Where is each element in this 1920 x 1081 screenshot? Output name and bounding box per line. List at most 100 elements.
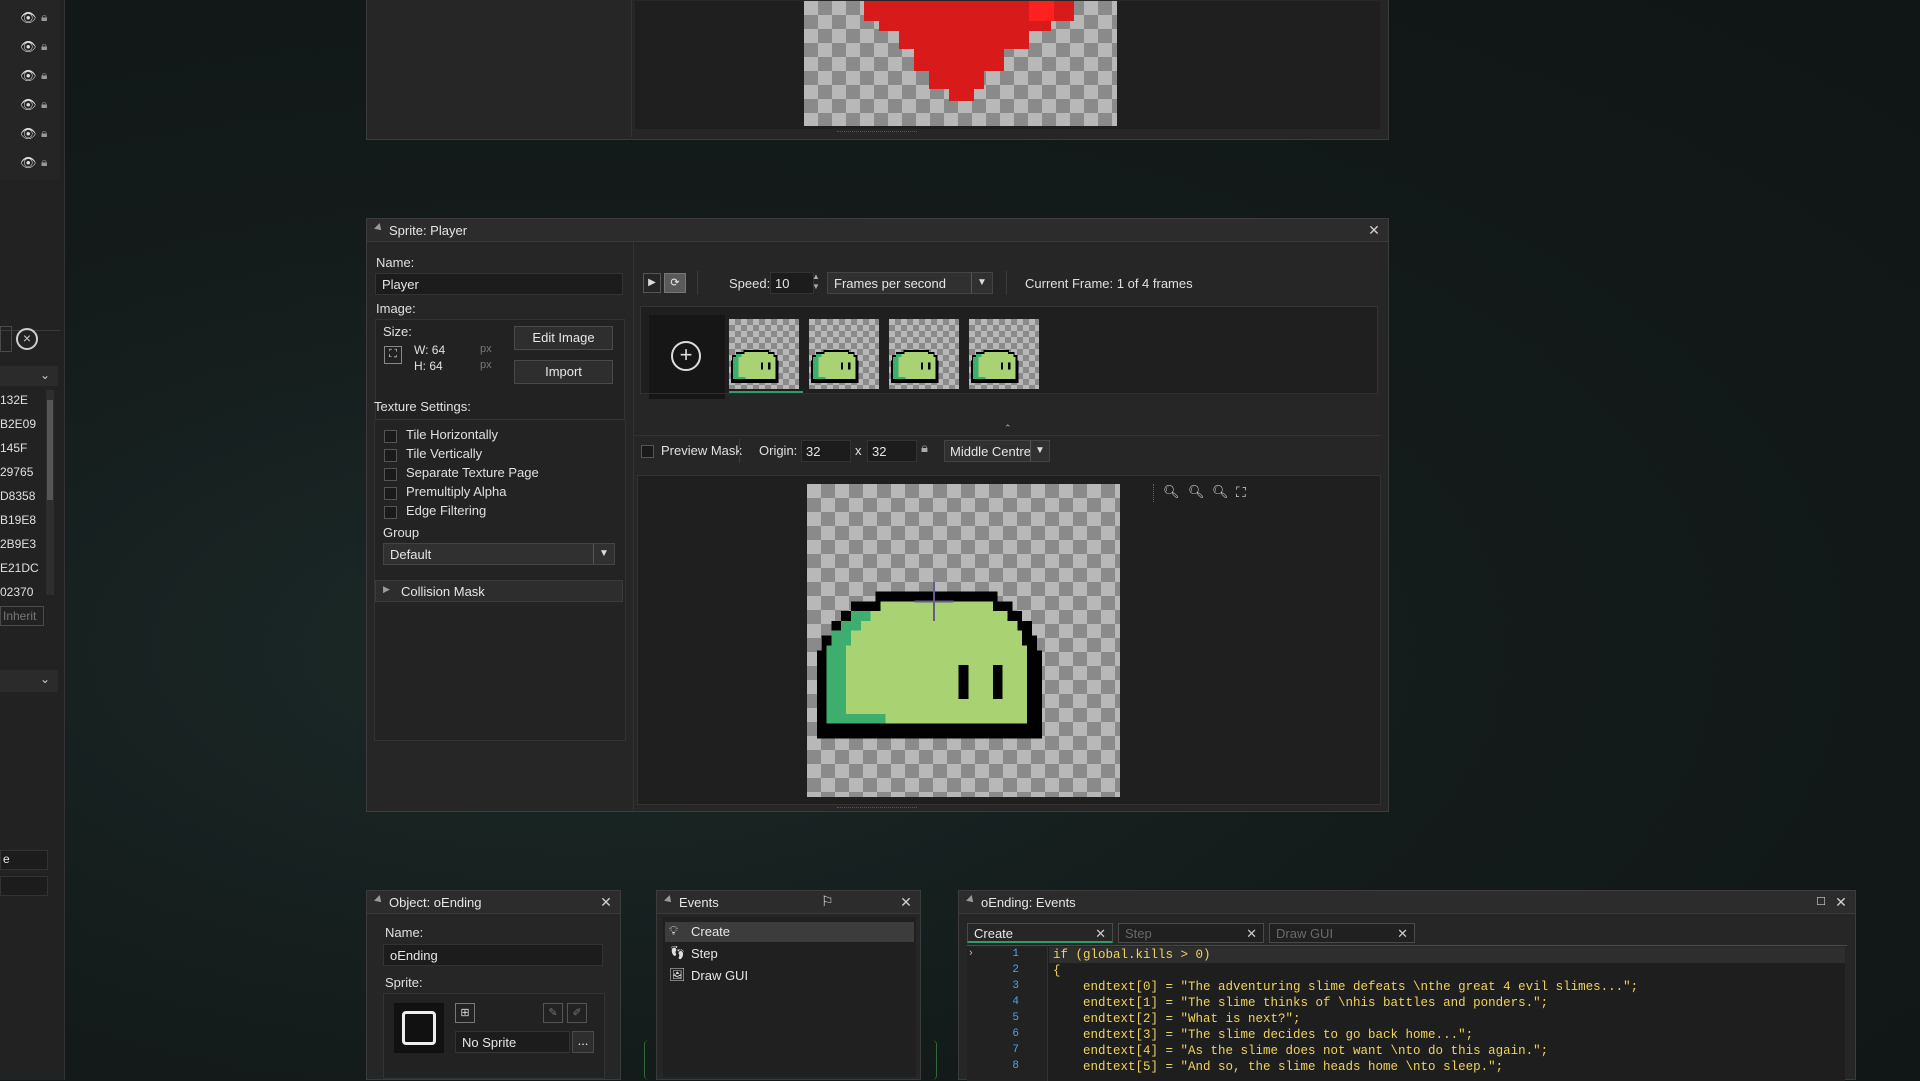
origin-preset-value: Middle Centre <box>950 444 1031 459</box>
sidebar-tool-button[interactable] <box>0 326 12 352</box>
resource-code-item[interactable]: 29765 <box>0 465 33 479</box>
frame-thumbnail[interactable] <box>729 319 799 389</box>
zoom-out-icon[interactable]: 🔍︎ <box>1163 484 1181 502</box>
sprite-select-field[interactable]: No Sprite <box>455 1031 570 1053</box>
resize-handle[interactable] <box>837 807 917 812</box>
inherit-button[interactable]: Inherit <box>0 606 44 626</box>
texture-option-checkbox[interactable] <box>384 468 397 481</box>
event-label: Create <box>691 924 731 939</box>
sidebar-input-1[interactable]: e <box>0 850 48 870</box>
event-item[interactable]: 👣︎ Step <box>665 944 914 964</box>
code-area[interactable]: › 1 if (global.kills > 0) 2 {3 endtext[0] =… <box>967 947 1845 1081</box>
play-icon[interactable]: ▶ <box>643 273 661 293</box>
collapse-up-icon[interactable]: ⌃ <box>1004 423 1014 433</box>
maximize-icon[interactable]: ☐ <box>1813 894 1829 910</box>
collapse-triangle-icon[interactable] <box>966 895 976 905</box>
close-icon[interactable]: ✕ <box>1833 894 1849 910</box>
lock-icon[interactable]: 🔒︎ <box>41 10 47 25</box>
lock-icon[interactable]: 🔒︎ <box>921 440 937 460</box>
eye-icon[interactable]: 👁︎ <box>20 68 37 84</box>
speed-input[interactable]: 10 <box>770 272 814 294</box>
scrollbar[interactable] <box>46 390 54 595</box>
toolbar-grip[interactable] <box>1153 484 1160 502</box>
close-circle-icon[interactable]: × <box>16 328 38 350</box>
events-titlebar[interactable]: Events ⚐ ✕ <box>657 891 920 914</box>
sprite-canvas[interactable]: 🔍︎ 🔍︎ 🔍︎ ⛶ <box>637 475 1381 805</box>
close-icon[interactable]: ✕ <box>1366 222 1382 238</box>
resize-handle[interactable] <box>837 131 917 136</box>
zoom-reset-icon[interactable]: 🔍︎ <box>1212 484 1230 502</box>
texture-option-checkbox[interactable] <box>384 430 397 443</box>
resource-code-item[interactable]: 2B9E3 <box>0 537 36 551</box>
speed-unit-dropdown[interactable]: Frames per second ▼ <box>827 272 993 294</box>
eye-icon[interactable]: 👁︎ <box>20 97 37 113</box>
sidebar-dropdown-2[interactable]: ⌄ <box>0 670 58 692</box>
texture-option-label: Edge Filtering <box>406 503 487 518</box>
close-tab-icon[interactable]: ✕ <box>1397 926 1408 942</box>
loop-icon[interactable]: ⟳ <box>664 273 686 293</box>
eye-icon[interactable]: 👁︎ <box>20 39 37 55</box>
origin-preset-dropdown[interactable]: Middle Centre ▼ <box>944 440 1050 462</box>
sprite-name-field[interactable]: Player <box>375 273 623 295</box>
lock-icon[interactable]: 🔒︎ <box>41 126 47 141</box>
frame-thumbnail[interactable] <box>889 319 959 389</box>
event-item[interactable]: 💡︎ Create <box>665 922 914 942</box>
eye-icon[interactable]: 👁︎ <box>20 126 37 142</box>
texture-option-checkbox[interactable] <box>384 487 397 500</box>
sidebar-input-2[interactable] <box>0 876 48 896</box>
resource-code-item[interactable]: 132E <box>0 393 28 407</box>
sprite-thumbnail[interactable] <box>394 1003 444 1053</box>
collision-mask-section[interactable]: ▶ Collision Mask <box>375 580 623 602</box>
frame-thumbnail[interactable] <box>969 319 1039 389</box>
previous-canvas[interactable] <box>635 1 1380 129</box>
event-item[interactable]: 🖼︎ Draw GUI <box>665 966 914 986</box>
resource-code-item[interactable]: 145F <box>0 441 27 455</box>
origin-y-input[interactable]: 32 <box>867 440 917 462</box>
import-button[interactable]: Import <box>514 360 613 384</box>
sprite-editor-titlebar[interactable]: Sprite: Player ✕ <box>367 219 1388 242</box>
speed-stepper[interactable]: ▲ ▼ <box>810 272 822 294</box>
close-tab-icon[interactable]: ✕ <box>1095 926 1106 942</box>
lock-icon[interactable]: 🔒︎ <box>41 39 47 54</box>
collapse-triangle-icon[interactable] <box>374 895 384 905</box>
collapse-triangle-icon[interactable] <box>374 223 384 233</box>
resource-code-item[interactable]: 02370 <box>0 585 33 599</box>
object-name-field[interactable]: oEnding <box>383 944 603 966</box>
object-editor-titlebar[interactable]: Object: oEnding ✕ <box>367 891 620 914</box>
edit-sprite-icon[interactable]: ✎ <box>543 1003 563 1023</box>
preview-mask-label: Preview Mask <box>661 443 742 458</box>
frame-thumbnail[interactable] <box>809 319 879 389</box>
resource-code-item[interactable]: D8358 <box>0 489 35 503</box>
resize-icon[interactable]: ⛶ <box>384 346 402 364</box>
close-tab-icon[interactable]: ✕ <box>1246 926 1257 942</box>
edit-image-button[interactable]: Edit Image <box>514 326 613 350</box>
group-dropdown[interactable]: Default ▼ <box>383 543 615 565</box>
flag-icon[interactable]: ⚐ <box>821 893 834 910</box>
code-tab[interactable]: Create ✕ <box>967 923 1113 943</box>
zoom-in-icon[interactable]: 🔍︎ <box>1188 484 1206 502</box>
lock-icon[interactable]: 🔒︎ <box>41 155 47 170</box>
close-icon[interactable]: ✕ <box>898 894 914 910</box>
add-frame-button[interactable]: + <box>649 315 725 399</box>
sidebar-dropdown[interactable]: ⌄ <box>0 366 58 386</box>
collapse-triangle-icon[interactable] <box>664 895 674 905</box>
new-sprite-icon[interactable]: ⊞ <box>455 1003 475 1023</box>
resource-code-item[interactable]: E21DC <box>0 561 39 575</box>
code-editor-titlebar[interactable]: oEnding: Events ☐ ✕ <box>959 891 1855 914</box>
fullscreen-icon[interactable]: ⛶ <box>1236 484 1254 502</box>
eye-icon[interactable]: 👁︎ <box>20 155 37 171</box>
code-tab[interactable]: Step ✕ <box>1118 923 1264 943</box>
lock-icon[interactable]: 🔒︎ <box>41 97 47 112</box>
paint-icon[interactable]: ✐ <box>567 1003 587 1023</box>
eye-icon[interactable]: 👁︎ <box>20 10 37 26</box>
resource-code-item[interactable]: B2E09 <box>0 417 36 431</box>
resource-code-item[interactable]: B19E8 <box>0 513 36 527</box>
close-icon[interactable]: ✕ <box>598 894 614 910</box>
code-tab[interactable]: Draw GUI ✕ <box>1269 923 1415 943</box>
texture-option-checkbox[interactable] <box>384 449 397 462</box>
preview-mask-checkbox[interactable] <box>641 445 654 458</box>
lock-icon[interactable]: 🔒︎ <box>41 68 47 83</box>
sprite-browse-button[interactable]: ... <box>572 1031 594 1053</box>
origin-x-input[interactable]: 32 <box>801 440 851 462</box>
texture-option-checkbox[interactable] <box>384 506 397 519</box>
